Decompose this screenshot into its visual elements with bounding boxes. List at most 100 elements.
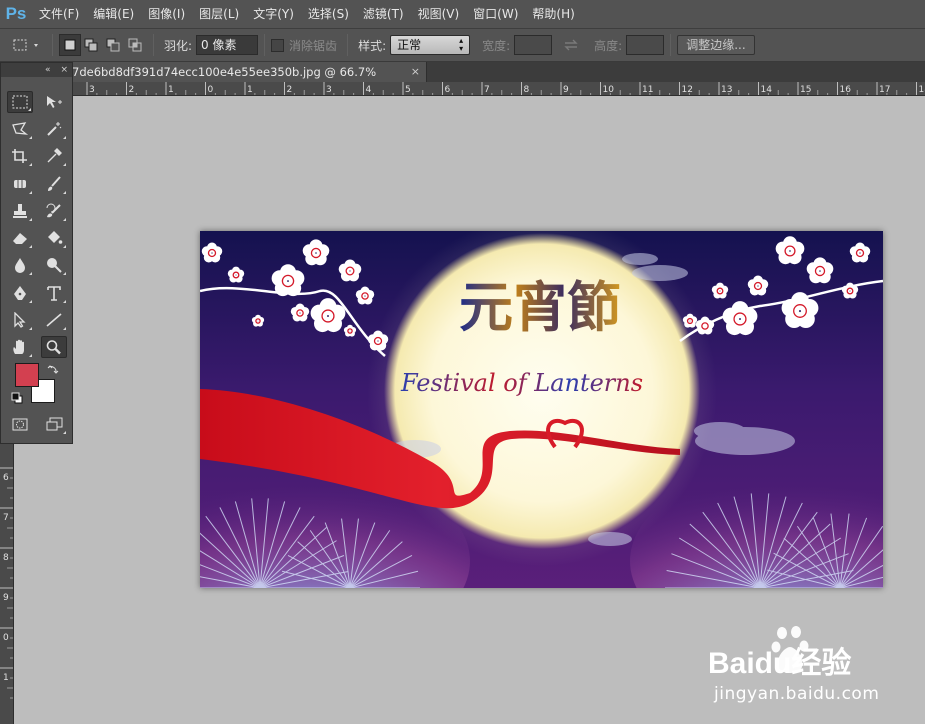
- eyedropper-tool[interactable]: [41, 145, 67, 167]
- crop-tool[interactable]: [7, 145, 33, 167]
- ruler-top-label: 10: [603, 85, 615, 95]
- history-brush-icon: [46, 203, 61, 218]
- width-input[interactable]: [514, 35, 553, 55]
- tool-flyout-indicator: [29, 354, 32, 357]
- menu-type[interactable]: 文字(Y): [246, 0, 301, 28]
- artwork-title: 元宵節: [459, 275, 621, 339]
- close-icon[interactable]: ×: [411, 62, 420, 82]
- path-selection-icon: [14, 312, 26, 328]
- ruler-top-label: 17: [879, 85, 890, 95]
- tool-flyout-indicator: [63, 300, 66, 303]
- line-icon: [46, 313, 62, 327]
- menu-bar: Ps 文件(F) 编辑(E) 图像(I) 图层(L) 文字(Y) 选择(S) 滤…: [0, 0, 925, 28]
- document-canvas-image[interactable]: 元宵節 Festival of Lanterns: [200, 231, 883, 588]
- height-input[interactable]: [626, 35, 665, 55]
- style-label: 样式:: [358, 38, 387, 53]
- eraser-tool[interactable]: [7, 227, 33, 249]
- paint-bucket-icon: [48, 231, 63, 244]
- document-tab[interactable]: 7de6bd8df391d74ecc100e4e55ee350b.jpg @ 6…: [60, 62, 427, 99]
- watermark-url: jingyan.baidu.com: [714, 684, 880, 704]
- path-selection-tool[interactable]: [7, 309, 33, 331]
- intersect-selection-button[interactable]: [125, 34, 147, 56]
- screen-mode-button[interactable]: [41, 413, 67, 435]
- clone-stamp-tool[interactable]: [7, 200, 33, 222]
- swap-colors-icon: [47, 365, 59, 374]
- rectangular-marquee-tool[interactable]: [7, 91, 33, 113]
- ruler-top-label: 11: [642, 85, 653, 95]
- paint-bucket-tool[interactable]: [41, 227, 67, 249]
- menu-layer[interactable]: 图层(L): [192, 0, 246, 28]
- marquee-preset-icon: [13, 39, 38, 51]
- tool-flyout-indicator: [29, 245, 32, 248]
- default-colors-icon: [11, 392, 23, 404]
- ruler-top-label: 16: [840, 85, 852, 95]
- tool-flyout-indicator: [29, 163, 32, 166]
- tools-panel-header[interactable]: « ×: [1, 63, 72, 77]
- collapse-icon[interactable]: «: [45, 65, 51, 75]
- style-select[interactable]: 正常 ▴ ▾: [390, 35, 471, 55]
- ruler-left-label: 6: [3, 473, 9, 483]
- dodge-icon: [47, 258, 62, 273]
- move-icon: [47, 96, 62, 108]
- menu-view[interactable]: 视图(V): [411, 0, 467, 28]
- hand-tool[interactable]: [7, 336, 33, 358]
- tool-flyout-indicator: [63, 272, 66, 275]
- magic-wand-tool[interactable]: [41, 118, 67, 140]
- menu-filter[interactable]: 滤镜(T): [356, 0, 411, 28]
- zoom-icon: [46, 340, 61, 355]
- menu-file[interactable]: 文件(F): [32, 0, 86, 28]
- ruler-top-label: 5: [405, 85, 411, 95]
- tool-flyout-indicator: [63, 245, 66, 248]
- intersect-selection-icon: [128, 38, 142, 52]
- refine-edge-button[interactable]: 调整边缘...: [677, 35, 755, 55]
- tools-panel: « ×: [0, 62, 73, 444]
- line-tool[interactable]: [41, 309, 67, 331]
- bandage-icon: [14, 180, 26, 188]
- subtract-from-selection-button[interactable]: [103, 34, 125, 56]
- close-icon[interactable]: ×: [60, 65, 68, 75]
- foreground-color: [16, 364, 38, 386]
- antialias-checkbox[interactable]: [271, 38, 285, 52]
- move-tool[interactable]: [41, 91, 67, 113]
- ruler-top-label: 12: [682, 85, 693, 95]
- menu-help[interactable]: 帮助(H): [525, 0, 581, 28]
- tool-flyout-indicator: [63, 218, 66, 221]
- blur-tool[interactable]: [7, 254, 33, 276]
- default-colors-button[interactable]: [11, 392, 23, 407]
- ruler-top-label: 0: [208, 85, 214, 95]
- tool-flyout-indicator: [63, 136, 66, 139]
- marquee-icon: [12, 95, 28, 109]
- menu-window[interactable]: 窗口(W): [466, 0, 525, 28]
- healing-brush-tool[interactable]: [7, 173, 33, 195]
- droplet-icon: [15, 258, 25, 273]
- dodge-tool[interactable]: [41, 254, 67, 276]
- swap-width-height-button[interactable]: [560, 34, 582, 56]
- ruler-top-label: 4: [366, 85, 372, 95]
- quick-mask-button[interactable]: [7, 413, 33, 435]
- brush-tool[interactable]: [41, 173, 67, 195]
- history-brush-tool[interactable]: [41, 200, 67, 222]
- tool-flyout-indicator: [63, 191, 66, 194]
- foreground-color-swatch[interactable]: [15, 363, 39, 387]
- menu-select[interactable]: 选择(S): [301, 0, 356, 28]
- feather-input[interactable]: 0 像素: [196, 35, 259, 55]
- tool-flyout-indicator: [29, 136, 32, 139]
- lasso-tool[interactable]: [7, 118, 33, 140]
- ruler-top-label: 9: [563, 85, 569, 95]
- add-to-selection-button[interactable]: [81, 34, 103, 56]
- ruler-left-label: 8: [3, 553, 9, 563]
- ruler-top-label: 18: [919, 85, 925, 95]
- tool-flyout-indicator: [63, 431, 66, 434]
- document-tab-bar: 7de6bd8df391d74ecc100e4e55ee350b.jpg @ 6…: [0, 62, 925, 99]
- pen-tool[interactable]: [7, 282, 33, 304]
- ruler-top-label: 15: [800, 85, 811, 95]
- tool-preset-picker[interactable]: [6, 34, 46, 56]
- zoom-tool[interactable]: [41, 336, 67, 358]
- menu-edit[interactable]: 编辑(E): [86, 0, 141, 28]
- type-tool[interactable]: [41, 282, 67, 304]
- new-selection-button[interactable]: [59, 34, 81, 56]
- swap-colors-button[interactable]: [47, 363, 59, 378]
- menu-image[interactable]: 图像(I): [141, 0, 192, 28]
- ruler-top-label: 13: [721, 85, 732, 95]
- tool-flyout-indicator: [28, 108, 31, 111]
